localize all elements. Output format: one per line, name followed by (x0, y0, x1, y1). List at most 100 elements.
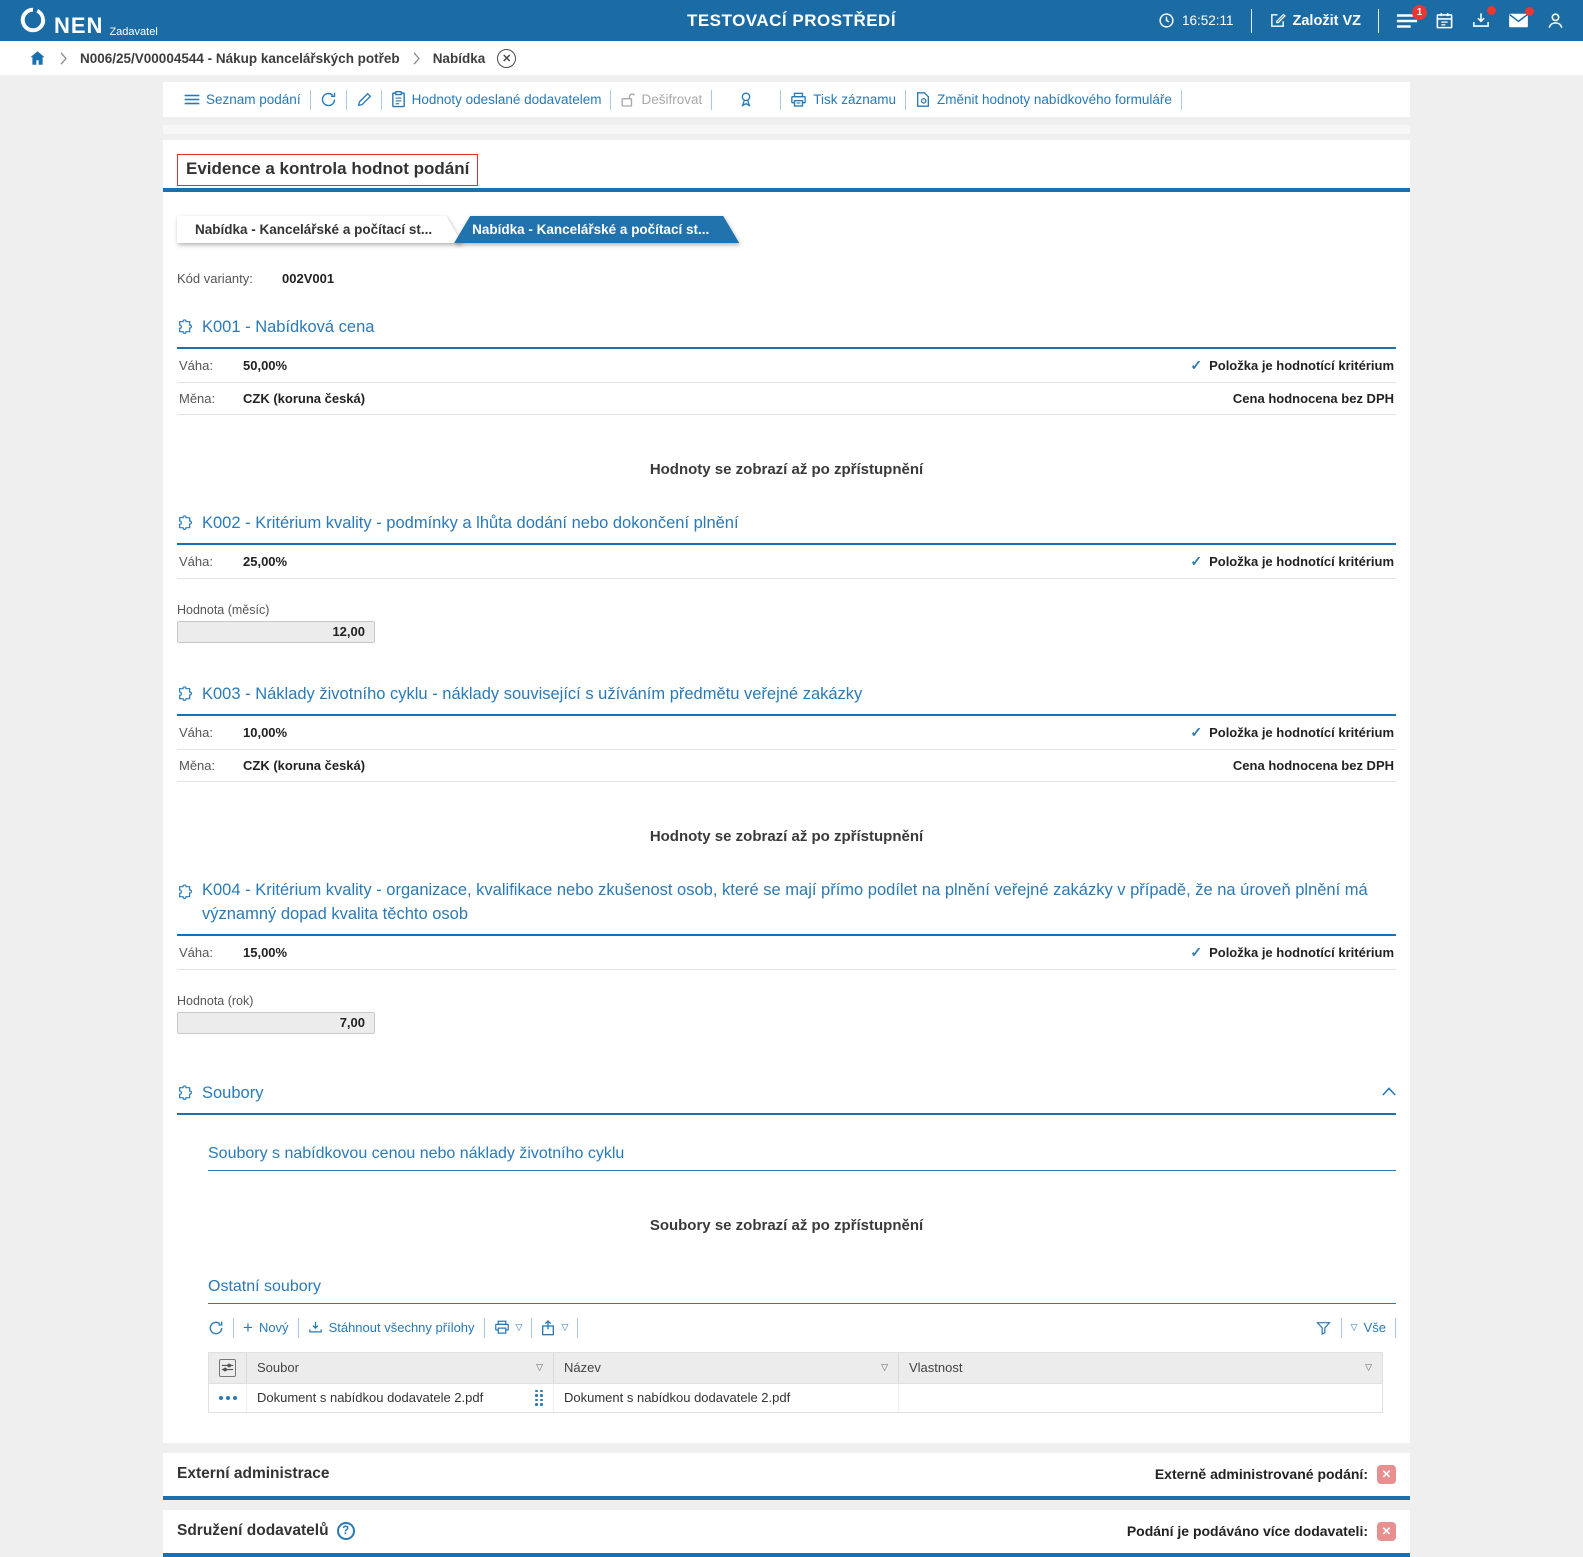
value-input[interactable]: 7,00 (177, 1011, 375, 1034)
menu-badge: 1 (1412, 4, 1427, 20)
variant-code-value: 002V001 (282, 271, 335, 286)
change-form-values-button[interactable]: Změnit hodnoty nabídkového formuláře (906, 91, 1181, 108)
refresh-button[interactable] (311, 91, 346, 108)
downloads-notification-dot (1487, 6, 1496, 15)
downloads-button[interactable] (1471, 6, 1496, 30)
files-print-button[interactable]: ▽ (485, 1320, 532, 1335)
tab-variant-1[interactable]: Nabídka - Kancelářské a počítací st... (177, 216, 462, 243)
section-k004-header: K004 - Kritérium kvality - organizace, k… (177, 879, 1396, 936)
files-placeholder: Soubory se zobrazí až po zpřístupnění (649, 1216, 924, 1234)
currency-row: Měna: CZK (koruna česká) Cena hodnocena … (177, 750, 1396, 782)
view-all-dropdown[interactable]: ▽ Vše (1342, 1320, 1395, 1335)
weight-value: 10,00% (243, 724, 288, 740)
column-filter-icon[interactable]: ▽ (1365, 1362, 1372, 1373)
section-files-title: Soubory (202, 1083, 264, 1102)
weight-label: Váha: (179, 944, 213, 960)
drag-handle-icon[interactable] (535, 1389, 543, 1406)
menu-button[interactable]: 1 (1396, 4, 1427, 30)
collapse-chevron-icon[interactable] (1382, 1086, 1396, 1096)
variant-code-row: Kód varianty: 002V001 (177, 271, 1396, 286)
submission-list-button[interactable]: Seznam podání (175, 92, 310, 107)
column-header-file[interactable]: Soubor ▽ (247, 1352, 554, 1383)
section-k001-title: K001 - Nabídková cena (202, 318, 375, 336)
weight-value: 25,00% (243, 553, 288, 569)
check-icon: ✓ (1190, 723, 1203, 740)
section-k002: K002 - Kritérium kvality - podmínky a lh… (177, 512, 1396, 643)
files-export-button[interactable]: ▽ (532, 1319, 577, 1336)
row-actions-button[interactable] (209, 1383, 247, 1412)
tab-variant-2[interactable]: Nabídka - Kancelářské a počítací st... (454, 216, 739, 243)
column-header-name[interactable]: Název ▽ (554, 1352, 899, 1383)
brand-name: NEN (54, 12, 104, 38)
files-toolbar: + Nový Stáhnout všechny přílohy ▽ ▽ ▽ Vš… (208, 1317, 1396, 1338)
puzzle-icon (177, 515, 193, 531)
values-placeholder: Hodnoty se zobrazí až po zpřístupnění (649, 827, 924, 845)
calendar-button[interactable] (1435, 11, 1454, 30)
edit-button[interactable] (347, 92, 381, 108)
decrypt-button[interactable]: Dešifrovat (611, 92, 711, 108)
messages-button[interactable] (1508, 7, 1534, 29)
breadcrumb-item-procurement[interactable]: N006/25/V00004544 - Nákup kancelářských … (80, 51, 400, 66)
price-files-subheader: Soubory s nabídkovou cenou nebo náklady … (208, 1145, 1396, 1171)
supplier-values-button[interactable]: Hodnoty odeslané dodavatelem (382, 91, 611, 108)
currency-value: CZK (koruna česká) (243, 757, 366, 773)
weight-value: 50,00% (243, 357, 288, 373)
new-file-button[interactable]: + Nový (234, 1319, 298, 1336)
variant-code-label: Kód varianty: (177, 271, 253, 286)
column-filter-icon[interactable]: ▽ (536, 1362, 543, 1373)
files-refresh-button[interactable] (208, 1320, 233, 1336)
download-all-attachments-button[interactable]: Stáhnout všechny přílohy (299, 1320, 484, 1335)
table-row[interactable]: Dokument s nabídkou dodavatele 2.pdf Dok… (209, 1383, 1382, 1413)
page-title: Evidence a kontrola hodnot podání (177, 154, 479, 186)
column-header-property[interactable]: Vlastnost ▽ (899, 1353, 1382, 1383)
notification-bell-button[interactable] (712, 91, 780, 108)
section-k001-header: K001 - Nabídková cena (177, 316, 1396, 349)
currency-row: Měna: CZK (koruna česká) Cena hodnocena … (177, 383, 1396, 415)
breadcrumb: N006/25/V00004544 - Nákup kancelářských … (0, 41, 1583, 75)
section-k003-header: K003 - Náklady životního cyklu - náklady… (177, 683, 1396, 716)
nen-logo[interactable]: NEN Zadavatel (18, 5, 158, 38)
create-vz-button[interactable]: Založit VZ (1269, 12, 1361, 29)
divider (1250, 8, 1252, 33)
divider (577, 1317, 579, 1338)
close-tab-icon[interactable]: ✕ (497, 48, 517, 68)
currency-label: Měna: (179, 390, 216, 406)
divider (1395, 1317, 1396, 1338)
cell-file[interactable]: Dokument s nabídkou dodavatele 2.pdf (247, 1383, 554, 1412)
suppliers-group-flag-no[interactable]: ✕ (1377, 1521, 1396, 1541)
suppliers-group-label: Podání je podáváno více dodavateli: (1126, 1523, 1368, 1540)
plus-icon: + (243, 1318, 253, 1338)
weight-row: Váha: 25,00% ✓ Položka je hodnotící krit… (177, 545, 1396, 579)
no-vat-label: Cena hodnocena bez DPH (1232, 757, 1394, 773)
home-icon[interactable] (28, 49, 47, 67)
user-profile-button[interactable] (1546, 11, 1565, 30)
edit-square-icon (1269, 12, 1286, 29)
divider (1378, 8, 1379, 33)
puzzle-icon (177, 686, 193, 702)
help-icon[interactable]: ? (336, 1522, 355, 1541)
clock-icon (1158, 12, 1175, 29)
external-administration-flag-no[interactable]: ✕ (1377, 1464, 1396, 1484)
brand-role: Zadavatel (109, 25, 158, 38)
section-k001: K001 - Nabídková cena Váha: 50,00% ✓ Pol… (177, 316, 1396, 478)
column-filter-icon[interactable]: ▽ (881, 1362, 888, 1373)
weight-label: Váha: (179, 724, 213, 740)
breadcrumb-item-current[interactable]: Nabídka (433, 51, 486, 66)
criterion-flag: ✓ Položka je hodnotící kritérium (1190, 723, 1394, 740)
value-input[interactable]: 12,00 (177, 620, 375, 643)
print-record-button[interactable]: Tisk záznamu (781, 92, 905, 108)
variant-tabs: Nabídka - Kancelářské a počítací st... N… (177, 216, 1410, 243)
filter-button[interactable] (1306, 1320, 1341, 1336)
main-content: Evidence a kontrola hodnot podání Nabídk… (163, 140, 1410, 1443)
column-settings-button[interactable] (209, 1352, 247, 1383)
cell-name[interactable]: Dokument s nabídkou dodavatele 2.pdf (554, 1383, 899, 1412)
chevron-right-icon (412, 51, 421, 65)
currency-label: Měna: (179, 757, 216, 773)
suppliers-group-title: Sdružení dodavatelů (177, 1522, 329, 1540)
dropdown-triangle-icon: ▽ (561, 1322, 569, 1333)
values-placeholder: Hodnoty se zobrazí až po zpřístupnění (649, 460, 924, 478)
row-menu-icon (218, 1395, 237, 1400)
weight-value: 15,00% (243, 944, 288, 960)
section-k003-title: K003 - Náklady životního cyklu - náklady… (202, 684, 863, 703)
cell-property[interactable] (899, 1384, 1382, 1412)
